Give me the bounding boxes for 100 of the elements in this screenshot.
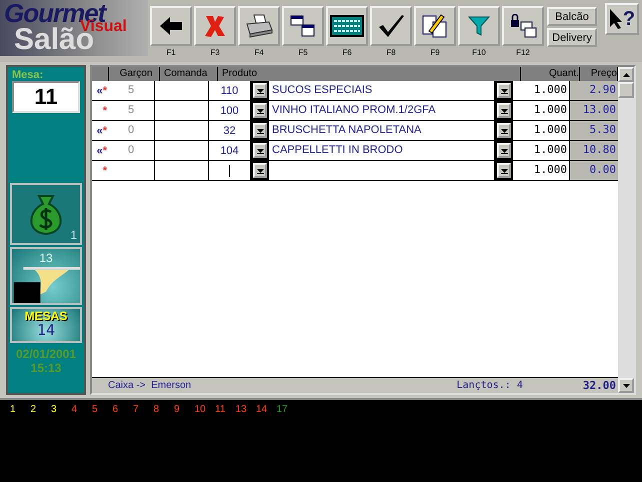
table-number[interactable]: 11	[215, 404, 236, 415]
table-cell-text: 110	[220, 84, 238, 98]
dropdown-button[interactable]	[497, 103, 511, 118]
money-tile[interactable]: 1	[10, 183, 82, 245]
table-number[interactable]: 8	[154, 404, 174, 415]
filter-button[interactable]	[458, 6, 500, 46]
count-label: 13	[39, 251, 53, 265]
waiter-tray-drawing	[12, 267, 80, 303]
scroll-down-button[interactable]	[618, 378, 634, 393]
dropdown-button[interactable]	[497, 163, 511, 178]
shortcut-label: F5	[298, 48, 308, 57]
time-label: 15:13	[30, 361, 62, 375]
table-number[interactable]: 4	[72, 404, 92, 415]
check-button[interactable]	[370, 6, 412, 46]
column-header[interactable]: Garçon	[109, 67, 160, 81]
table-number[interactable]: 1	[10, 404, 30, 415]
lock-button[interactable]	[502, 6, 544, 46]
dropdown-icon	[500, 167, 508, 174]
star-mark: *	[102, 84, 107, 96]
up-arrow-icon	[622, 72, 630, 76]
scroll-up-button[interactable]	[618, 67, 634, 82]
table-cell: 2.90	[590, 83, 616, 96]
dropdown-button[interactable]	[253, 103, 267, 118]
table-number[interactable]: 6	[112, 404, 133, 415]
table-row[interactable]: «* 0 104 CAPPELLETTI IN BRODO 1.000 10.80	[92, 141, 618, 161]
windows-button[interactable]	[282, 6, 324, 46]
down-arrow-icon	[622, 384, 630, 388]
table-label: Mesa:	[12, 69, 44, 81]
tables-label: MESAS	[24, 309, 68, 323]
table-cell: 5.30	[590, 123, 616, 136]
table-cell: 5	[128, 104, 134, 116]
table-row[interactable]: «* 5 110 SUCOS ESPECIAIS 1.000 2.90	[92, 81, 618, 101]
table-number[interactable]: 9	[174, 404, 194, 415]
scroll-thumb[interactable]	[618, 82, 634, 98]
dropdown-icon	[256, 107, 264, 114]
star-mark: *	[102, 164, 107, 176]
table-row[interactable]: «* 0 32 BRUSCHETTA NAPOLETANA 1.000 5.30	[92, 121, 618, 141]
table-row[interactable]: * 5 100 VINHO ITALIANO PROM.1/2GFA 1.000 13.00	[92, 101, 618, 121]
table-number-field[interactable]: 11	[12, 81, 80, 113]
dropdown-icon	[500, 87, 508, 94]
table-row[interactable]: * 1.000 0.00	[92, 161, 618, 181]
mode-button[interactable]: Delivery	[547, 28, 597, 47]
dropdown-icon	[256, 167, 264, 174]
table-cell: CAPPELLETTI IN BRODO	[272, 144, 403, 156]
entries-count: Lançtos.: 4	[456, 380, 523, 391]
dropdown-button[interactable]	[253, 83, 267, 98]
table-number[interactable]: 13	[236, 404, 256, 415]
table-number[interactable]: 10	[194, 404, 215, 415]
tables-tile[interactable]: MESAS 14	[10, 307, 82, 343]
dropdown-button[interactable]	[497, 123, 511, 138]
close-icon	[203, 13, 227, 39]
table-cell: VINHO ITALIANO PROM.1/2GFA	[272, 104, 436, 116]
help-button[interactable]: ?	[605, 3, 639, 35]
notepad-pencil-icon	[421, 13, 449, 39]
dropdown-button[interactable]	[497, 83, 511, 98]
table-number[interactable]: 5	[92, 404, 112, 415]
table-cell-text: 100	[220, 104, 239, 118]
table-cell: 0	[128, 144, 134, 156]
table-cell: 5	[128, 84, 134, 96]
table-cell: 0	[128, 124, 134, 136]
print-button[interactable]	[238, 6, 280, 46]
dropdown-icon	[256, 87, 264, 94]
cancel-button[interactable]	[194, 6, 236, 46]
mode-button[interactable]: Balcão	[547, 7, 597, 26]
back-button[interactable]	[150, 6, 192, 46]
shortcut-label: F8	[386, 48, 396, 57]
shortcut-label: F9	[430, 48, 440, 57]
link-mark: «	[96, 144, 103, 156]
dropdown-button[interactable]	[253, 163, 267, 178]
cursor-icon	[608, 8, 623, 30]
scrollbar[interactable]	[618, 67, 634, 393]
shortcut-label: F12	[516, 48, 530, 57]
shortcut-label: F3	[210, 48, 220, 57]
table-number[interactable]: 17	[276, 404, 297, 415]
shortcut-label: F10	[472, 48, 486, 57]
dropdown-button[interactable]	[497, 143, 511, 158]
lock-windows-icon	[509, 14, 537, 38]
table-cell-text: 104	[220, 144, 239, 158]
printer-icon	[244, 14, 274, 38]
count-label: 1	[70, 228, 77, 242]
cashier-label: Caixa -> Emerson	[108, 380, 192, 391]
dropdown-icon	[500, 127, 508, 134]
shortcut-label: F4	[254, 48, 264, 57]
dropdown-button[interactable]	[253, 143, 267, 158]
table-cell: 0.00	[590, 163, 616, 176]
table-cell: 1.000	[534, 163, 567, 176]
dropdown-icon	[500, 147, 508, 154]
table-number[interactable]: 14	[256, 404, 276, 415]
note-button[interactable]	[414, 6, 456, 46]
shortcut-label: F6	[342, 48, 352, 57]
dropdown-button[interactable]	[253, 123, 267, 138]
count-label: 14	[36, 323, 56, 338]
table-cell: 13.00	[582, 103, 616, 116]
table-number[interactable]: 3	[51, 404, 72, 415]
star-mark: *	[102, 104, 107, 116]
table-number[interactable]: 7	[133, 404, 154, 415]
keypad-button[interactable]	[326, 6, 368, 46]
column-header[interactable]: Comanda	[160, 67, 218, 81]
keypad-icon	[330, 15, 364, 37]
table-number[interactable]: 2	[30, 404, 51, 415]
